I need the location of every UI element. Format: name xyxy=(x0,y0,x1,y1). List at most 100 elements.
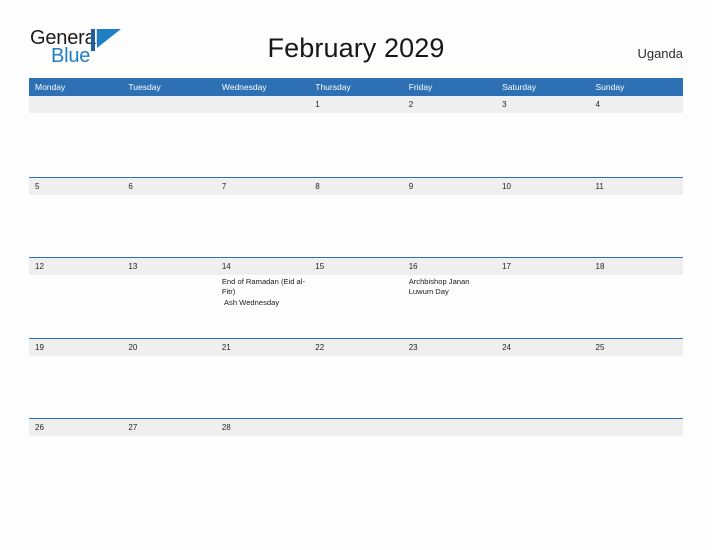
weekday-friday: Friday xyxy=(408,82,433,92)
day-events-empty xyxy=(403,113,496,175)
day-number-empty xyxy=(590,419,683,436)
event-band: End of Ramadan (Eid al-Fitr) Ash Wednesd… xyxy=(29,275,683,337)
day-number[interactable]: 7 xyxy=(216,178,309,195)
date-number-band: 5 6 7 8 9 10 11 xyxy=(29,177,683,195)
weekday-wednesday: Wednesday xyxy=(221,82,267,92)
day-events-empty xyxy=(29,275,122,337)
day-events-empty xyxy=(309,275,402,337)
day-number[interactable]: 21 xyxy=(216,339,309,356)
day-number[interactable]: 17 xyxy=(496,258,589,275)
day-events-empty xyxy=(590,195,683,257)
day-number[interactable]: 13 xyxy=(122,258,215,275)
day-number-empty xyxy=(216,96,309,113)
day-number[interactable]: 10 xyxy=(496,178,589,195)
day-number[interactable]: 22 xyxy=(309,339,402,356)
weekday-tuesday: Tuesday xyxy=(128,82,161,92)
day-events-empty xyxy=(122,436,215,498)
day-events-empty xyxy=(309,436,402,498)
event-band xyxy=(29,195,683,257)
day-number[interactable]: 16 xyxy=(403,258,496,275)
day-events-empty xyxy=(29,113,122,175)
day-number[interactable]: 27 xyxy=(122,419,215,436)
day-number[interactable]: 14 xyxy=(216,258,309,275)
day-events-empty xyxy=(496,275,589,337)
day-number[interactable]: 2 xyxy=(403,96,496,113)
day-events-empty xyxy=(29,356,122,418)
day-events-empty xyxy=(122,275,215,337)
day-number[interactable]: 26 xyxy=(29,419,122,436)
week-row: 5 6 7 8 9 10 11 xyxy=(29,176,683,258)
week-rows-container: 1 2 3 4 5 6 7 8 9 10 11 12 13 14 15 16 17 18 End of Ramada… xyxy=(29,96,683,499)
day-events-empty xyxy=(309,113,402,175)
calendar-grid: Monday Tuesday Wednesday Thursday Friday… xyxy=(29,78,683,499)
day-events: Archbishop Janan Luwum Day xyxy=(403,275,496,337)
day-events-empty xyxy=(590,436,683,498)
day-events-empty xyxy=(403,356,496,418)
week-row: 12 13 14 15 16 17 18 End of Ramadan (Eid al-Fit… xyxy=(29,257,683,338)
day-events-empty xyxy=(403,195,496,257)
day-number-empty xyxy=(309,419,402,436)
event-item: End of Ramadan (Eid al-Fitr) xyxy=(221,277,305,297)
event-band xyxy=(29,436,683,498)
day-number-empty xyxy=(29,96,122,113)
day-events-empty xyxy=(216,195,309,257)
day-number-empty xyxy=(496,419,589,436)
day-events-empty xyxy=(403,436,496,498)
week-row: 1234 xyxy=(29,96,683,177)
date-number-band: 1234 xyxy=(29,96,683,113)
day-events-empty xyxy=(309,195,402,257)
weekday-monday: Monday xyxy=(35,82,66,92)
week-row: 26 27 28 xyxy=(29,418,683,499)
event-band xyxy=(29,113,683,175)
day-events-empty xyxy=(496,356,589,418)
day-events-empty xyxy=(122,356,215,418)
day-events-empty xyxy=(216,113,309,175)
day-number[interactable]: 19 xyxy=(29,339,122,356)
day-events-empty xyxy=(29,436,122,498)
day-events-empty xyxy=(590,356,683,418)
day-number[interactable]: 6 xyxy=(122,178,215,195)
day-events-empty xyxy=(216,436,309,498)
day-number[interactable]: 4 xyxy=(590,96,683,113)
date-number-band: 12 13 14 15 16 17 18 xyxy=(29,258,683,275)
country-label: Uganda xyxy=(637,46,683,61)
day-number[interactable]: 1 xyxy=(309,96,402,113)
weekday-saturday: Saturday xyxy=(502,82,537,92)
weekday-header-row: Monday Tuesday Wednesday Thursday Friday… xyxy=(29,78,683,96)
event-item: Archbishop Janan Luwum Day xyxy=(408,277,472,297)
day-number[interactable]: 23 xyxy=(403,339,496,356)
day-events-empty xyxy=(590,113,683,175)
day-number-empty xyxy=(403,419,496,436)
day-events: End of Ramadan (Eid al-Fitr) Ash Wednesd… xyxy=(216,275,309,337)
day-number[interactable]: 24 xyxy=(496,339,589,356)
page-title: February 2029 xyxy=(267,33,445,63)
day-events-empty xyxy=(122,113,215,175)
day-number[interactable]: 3 xyxy=(496,96,589,113)
day-number[interactable]: 15 xyxy=(309,258,402,275)
day-number[interactable]: 11 xyxy=(590,178,683,195)
week-row: 19 20 21 22 23 24 25 xyxy=(29,337,683,419)
day-number-empty xyxy=(122,96,215,113)
day-events-empty xyxy=(496,436,589,498)
event-item: Ash Wednesday xyxy=(221,297,280,307)
day-number[interactable]: 12 xyxy=(29,258,122,275)
weekday-thursday: Thursday xyxy=(315,82,351,92)
day-events-empty xyxy=(122,195,215,257)
day-number[interactable]: 28 xyxy=(216,419,309,436)
event-band xyxy=(29,356,683,418)
day-number[interactable]: 18 xyxy=(590,258,683,275)
day-events-empty xyxy=(496,195,589,257)
day-number[interactable]: 25 xyxy=(590,339,683,356)
day-events-empty xyxy=(590,275,683,337)
day-number[interactable]: 8 xyxy=(309,178,402,195)
day-events-empty xyxy=(496,113,589,175)
date-number-band: 19 20 21 22 23 24 25 xyxy=(29,338,683,356)
day-number[interactable]: 9 xyxy=(403,178,496,195)
day-events-empty xyxy=(29,195,122,257)
day-number[interactable]: 20 xyxy=(122,339,215,356)
day-events-empty xyxy=(309,356,402,418)
day-events-empty xyxy=(216,356,309,418)
page-header: General Blue February 2029 Uganda xyxy=(0,0,712,78)
date-number-band: 26 27 28 xyxy=(29,419,683,436)
day-number[interactable]: 5 xyxy=(29,178,122,195)
